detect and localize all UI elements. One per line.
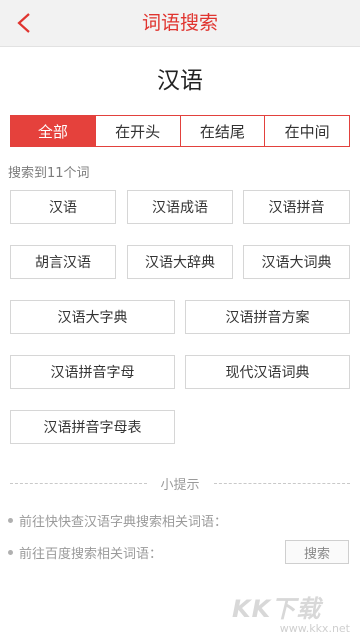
tip-text: 前往快快查汉语字典搜索相关词语： [19, 515, 228, 530]
tab-in-middle[interactable]: 在中间 [264, 116, 349, 146]
baidu-search-button[interactable]: 搜索 [285, 540, 349, 564]
bullet-icon [8, 518, 13, 523]
word-button[interactable]: 汉语拼音方案 [185, 300, 350, 334]
result-count: 搜索到11个词 [8, 166, 90, 181]
tip-text: 前往百度搜索相关词语： [19, 547, 163, 562]
hint-divider: 小提示 [10, 474, 351, 493]
tip-baidu-link[interactable]: 前往百度搜索相关词语： [8, 543, 162, 562]
word-button[interactable]: 汉语拼音 [243, 190, 350, 224]
watermark-logo: KK下载 [232, 595, 322, 623]
word-button[interactable]: 汉语 [10, 190, 116, 224]
watermark: KK下载 www.kkx.net [232, 596, 350, 636]
word-button[interactable]: 汉语拼音字母表 [10, 410, 175, 444]
watermark-url: www.kkx.net [279, 622, 350, 635]
top-bar: 词语搜索 [0, 0, 360, 47]
query-word: 汉语 [157, 68, 203, 94]
hint-title: 小提示 [160, 477, 200, 493]
word-button[interactable]: 胡言汉语 [10, 245, 116, 279]
divider-line-left [10, 482, 147, 484]
word-button[interactable]: 汉语大字典 [10, 300, 175, 334]
word-button[interactable]: 汉语大辞典 [127, 245, 233, 279]
word-button[interactable]: 汉语大词典 [243, 245, 350, 279]
page-title: 词语搜索 [141, 12, 218, 34]
tab-at-end[interactable]: 在结尾 [179, 116, 265, 146]
tab-all[interactable]: 全部 [11, 116, 95, 146]
filter-tabs: 全部 在开头 在结尾 在中间 [10, 115, 350, 147]
word-button[interactable]: 汉语拼音字母 [10, 355, 175, 389]
divider-line-right [213, 482, 351, 484]
word-button[interactable]: 汉语成语 [127, 190, 233, 224]
tip-dictionary-link[interactable]: 前往快快查汉语字典搜索相关词语： [8, 511, 227, 530]
word-button[interactable]: 现代汉语词典 [185, 355, 350, 389]
tab-at-start[interactable]: 在开头 [94, 116, 180, 146]
bullet-icon [8, 550, 13, 555]
